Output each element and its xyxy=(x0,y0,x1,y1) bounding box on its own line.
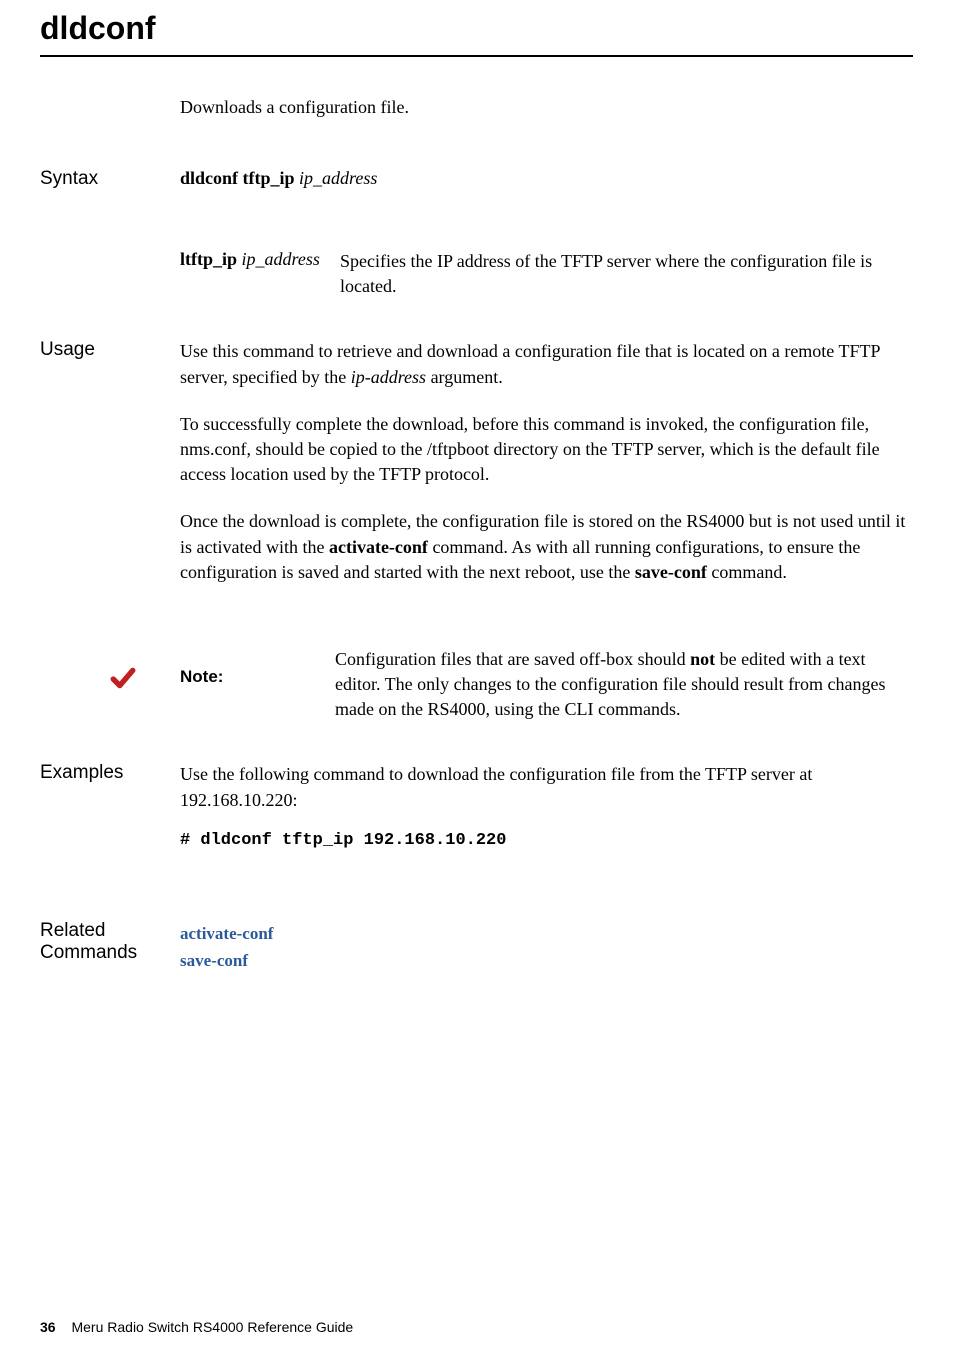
param-arg: ip_address xyxy=(242,249,320,269)
note-label: Note: xyxy=(180,647,335,687)
syntax-arg: ip_address xyxy=(299,168,377,188)
syntax-command: dldconf tftp_ip xyxy=(180,168,295,188)
usage-p3: Once the download is complete, the confi… xyxy=(180,509,913,585)
param-name: ltftp_ip ip_address xyxy=(180,249,340,299)
usage-p1b: argument. xyxy=(426,367,503,387)
examples-code: # dldconf tftp_ip 192.168.10.220 xyxy=(180,831,913,850)
intro-text: Downloads a configuration file. xyxy=(180,97,913,118)
page-number: 36 xyxy=(40,1319,56,1335)
usage-label: Usage xyxy=(40,339,180,607)
related-body: activate-conf save-conf xyxy=(180,920,913,974)
footer-text: Meru Radio Switch RS4000 Reference Guide xyxy=(71,1319,353,1335)
syntax-line: dldconf tftp_ip ip_address xyxy=(180,168,913,189)
note-tb: not xyxy=(690,649,715,669)
syntax-section: Syntax dldconf tftp_ip ip_address ltftp_… xyxy=(40,168,913,299)
usage-p1: Use this command to retrieve and downloa… xyxy=(180,339,913,389)
page-footer: 36 Meru Radio Switch RS4000 Reference Gu… xyxy=(40,1319,353,1335)
examples-label: Examples xyxy=(40,762,180,849)
page-title: dldconf xyxy=(40,10,913,47)
usage-p1i: ip-address xyxy=(351,367,426,387)
related-link-activate-conf[interactable]: activate-conf xyxy=(180,920,913,947)
usage-p2: To successfully complete the download, b… xyxy=(180,412,913,488)
usage-section: Usage Use this command to retrieve and d… xyxy=(40,339,913,607)
note-t1: Configuration files that are saved off-b… xyxy=(335,649,690,669)
usage-p1a: Use this command to retrieve and downloa… xyxy=(180,341,880,386)
syntax-label: Syntax xyxy=(40,168,180,299)
examples-section: Examples Use the following command to do… xyxy=(40,762,913,849)
note-text: Configuration files that are saved off-b… xyxy=(335,647,913,723)
syntax-body: dldconf tftp_ip ip_address ltftp_ip ip_a… xyxy=(180,168,913,299)
usage-body: Use this command to retrieve and downloa… xyxy=(180,339,913,607)
usage-p3c: command. xyxy=(707,562,787,582)
note-block: Note: Configuration files that are saved… xyxy=(40,647,913,723)
param-desc: Specifies the IP address of the TFTP ser… xyxy=(340,249,913,299)
usage-p3b1: activate-conf xyxy=(329,537,428,557)
related-link-save-conf[interactable]: save-conf xyxy=(180,947,913,974)
param-row: ltftp_ip ip_address Specifies the IP add… xyxy=(180,249,913,299)
title-rule xyxy=(40,55,913,57)
examples-body: Use the following command to download th… xyxy=(180,762,913,849)
related-label: Related Commands xyxy=(40,920,180,974)
param-keyword: ltftp_ip xyxy=(180,249,237,269)
checkmark-icon xyxy=(40,647,180,691)
examples-intro: Use the following command to download th… xyxy=(180,762,913,812)
usage-p3b2: save-conf xyxy=(635,562,707,582)
related-section: Related Commands activate-conf save-conf xyxy=(40,920,913,974)
